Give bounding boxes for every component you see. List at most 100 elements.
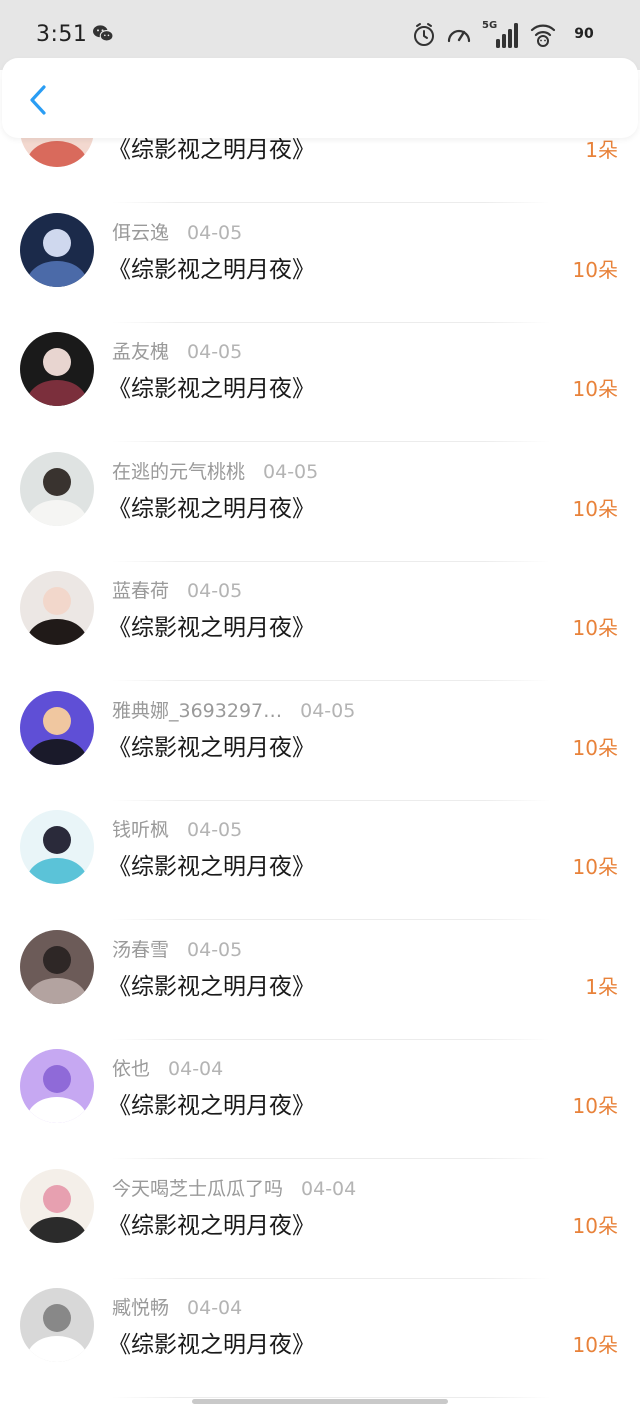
book-title[interactable]: 《综影视之明月夜》 [108, 1206, 315, 1240]
username[interactable]: 依也 [112, 1058, 150, 1080]
speedometer-icon [447, 29, 471, 43]
gift-date: 04-05 [300, 699, 356, 722]
avatar[interactable] [20, 212, 94, 287]
gift-count: 10朵 [572, 1333, 618, 1357]
gift-count: 1朵 [585, 974, 618, 999]
username-line: 臧悦畅 04-04 [112, 1293, 242, 1320]
alarm-icon [414, 23, 434, 46]
list-item[interactable]: 雅典娜_3693297… 04-05 《综影视之明月夜》 10朵 [0, 688, 640, 808]
username[interactable]: 汤春雪 [112, 939, 169, 961]
username-line: 依也 04-04 [112, 1054, 223, 1081]
gift-date: 04-05 [263, 460, 319, 483]
username[interactable]: 雅典娜_3693297… [112, 700, 282, 722]
username-line: 蓝春荷 04-05 [112, 576, 242, 603]
list-item[interactable]: 佴云逸 04-05 《综影视之明月夜》 10朵 [0, 210, 640, 330]
avatar[interactable] [20, 1168, 94, 1243]
row-divider [112, 441, 550, 442]
battery-level: 90 [574, 26, 594, 42]
gift-date: 04-04 [168, 1058, 224, 1080]
row-divider [112, 202, 550, 203]
gift-date: 04-05 [187, 221, 243, 244]
book-title[interactable]: 《综影视之明月夜》 [108, 250, 315, 284]
username-line: 钱听枫 04-05 [112, 815, 242, 842]
gift-record-list: 锺离海昌04-05《综影视之明月夜》1朵佴云逸04-05《综影视之明月夜》10朵… [0, 136, 640, 1408]
gift-count: 10朵 [572, 735, 618, 760]
book-title[interactable]: 《综影视之明月夜》 [108, 967, 315, 1001]
username-line: 在逃的元气桃桃 04-05 [112, 457, 318, 484]
row-divider [112, 560, 550, 562]
avatar[interactable] [20, 1288, 94, 1362]
avatar[interactable] [20, 136, 94, 167]
battery-icon: 90 [566, 23, 602, 45]
list-item[interactable]: 锺离海昌04-05《综影视之明月夜》1朵 [0, 136, 640, 210]
username[interactable]: 在逃的元气桃桃 [112, 461, 245, 483]
gift-date: 04-05 [187, 341, 243, 363]
username[interactable]: 蓝春荷 [112, 580, 169, 602]
list-item[interactable]: 汤春雪 04-05 《综影视之明月夜》 1朵 [0, 927, 640, 1047]
avatar[interactable] [20, 332, 94, 406]
status-time: 3:51 [36, 22, 88, 47]
top-nav-bar [2, 58, 638, 138]
gift-count: 10朵 [572, 855, 618, 879]
username[interactable]: 佴云逸 [112, 222, 169, 244]
username-line: 孟友槐 04-05 [112, 337, 242, 364]
gift-count: 10朵 [572, 496, 618, 521]
back-button[interactable] [20, 80, 56, 120]
row-divider [112, 799, 550, 801]
chevron-left-icon [30, 85, 46, 115]
row-divider [112, 919, 550, 920]
status-icons: 5G 90 [412, 18, 602, 50]
book-title[interactable]: 《综影视之明月夜》 [108, 608, 315, 642]
svg-text:5G: 5G [482, 20, 497, 31]
username-line: 佴云逸 04-05 [112, 218, 242, 245]
username-line: 雅典娜_3693297… 04-05 [112, 696, 355, 723]
row-divider [112, 1158, 550, 1159]
username-line: 汤春雪 04-05 [112, 935, 242, 962]
avatar[interactable] [20, 571, 94, 645]
gift-count: 10朵 [572, 1213, 618, 1238]
gift-date: 04-04 [301, 1177, 357, 1200]
row-divider [112, 1038, 550, 1040]
gift-count: 10朵 [572, 1094, 618, 1118]
gift-date: 04-05 [187, 819, 243, 841]
row-divider [112, 1397, 550, 1398]
book-title[interactable]: 《综影视之明月夜》 [108, 136, 315, 164]
list-item[interactable]: 蓝春荷 04-05 《综影视之明月夜》 10朵 [0, 568, 640, 688]
gift-date: 04-05 [187, 580, 243, 602]
wechat-icon [93, 25, 114, 42]
book-title[interactable]: 《综影视之明月夜》 [108, 1086, 315, 1120]
gift-date: 04-04 [187, 1297, 243, 1319]
book-title[interactable]: 《综影视之明月夜》 [108, 728, 315, 762]
wifi-icon [530, 24, 556, 47]
list-item[interactable]: 今天喝芝士瓜瓜了吗 04-04 《综影视之明月夜》 10朵 [0, 1166, 640, 1286]
avatar[interactable] [20, 451, 94, 526]
list-item[interactable]: 钱听枫 04-05 《综影视之明月夜》 10朵 [0, 807, 640, 927]
username[interactable]: 钱听枫 [112, 819, 169, 841]
avatar[interactable] [20, 1049, 94, 1123]
gift-count: 10朵 [572, 616, 618, 640]
book-title[interactable]: 《综影视之明月夜》 [108, 847, 315, 881]
list-item[interactable]: 在逃的元气桃桃 04-05 《综影视之明月夜》 10朵 [0, 449, 640, 569]
book-title[interactable]: 《综影视之明月夜》 [108, 369, 315, 403]
row-divider [112, 1277, 550, 1279]
username-line: 今天喝芝士瓜瓜了吗 04-04 [112, 1174, 356, 1201]
username[interactable]: 臧悦畅 [112, 1297, 169, 1319]
gift-count: 10朵 [572, 377, 618, 401]
avatar[interactable] [20, 810, 94, 884]
list-item[interactable]: 依也 04-04 《综影视之明月夜》 10朵 [0, 1046, 640, 1166]
row-divider [112, 321, 550, 323]
list-item[interactable]: 孟友槐 04-05 《综影视之明月夜》 10朵 [0, 329, 640, 449]
home-indicator[interactable] [192, 1399, 448, 1404]
signal-5g-icon: 5G [482, 20, 518, 48]
list-item[interactable]: 臧悦畅 04-04 《综影视之明月夜》 10朵 [0, 1285, 640, 1405]
gift-count: 1朵 [585, 138, 618, 162]
username[interactable]: 孟友槐 [112, 341, 169, 363]
username[interactable]: 今天喝芝士瓜瓜了吗 [112, 1178, 283, 1200]
avatar[interactable] [20, 929, 94, 1004]
book-title[interactable]: 《综影视之明月夜》 [108, 1325, 315, 1359]
book-title[interactable]: 《综影视之明月夜》 [108, 489, 315, 523]
gift-count: 10朵 [572, 257, 618, 282]
row-divider [112, 680, 550, 681]
avatar[interactable] [20, 690, 94, 765]
gift-date: 04-05 [187, 938, 243, 961]
